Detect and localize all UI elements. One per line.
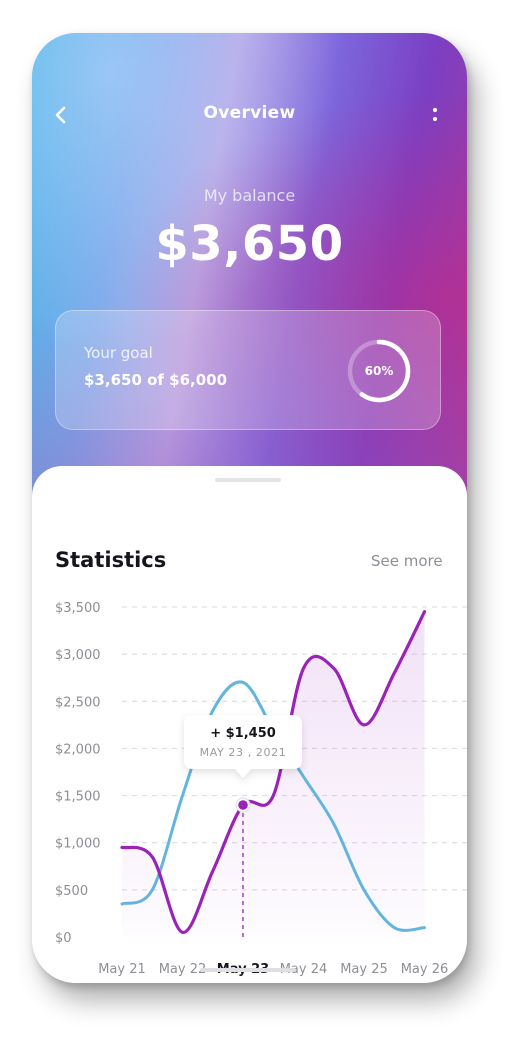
selected-point: [238, 800, 248, 810]
statistics-chart: $3,500 $3,000 $2,500 $2,000 $1,500 $1,000 $500…: [55, 601, 467, 977]
tooltip-value: + $1,450: [210, 726, 276, 741]
tooltip-date: MAY 23 , 2021: [200, 746, 287, 759]
x-tick-label: May 26: [401, 962, 449, 977]
y-tick-label: $2,000: [55, 742, 101, 757]
y-tick-label: $1,500: [55, 790, 101, 805]
x-tick-label: May 25: [340, 962, 388, 977]
balance-label: My balance: [203, 186, 296, 205]
y-tick-label: $0: [55, 931, 72, 946]
balance-value: $3,650: [155, 216, 344, 272]
home-indicator: [200, 968, 296, 972]
goal-percent: 60%: [364, 364, 394, 378]
more-vertical-icon[interactable]: [428, 103, 442, 127]
y-tick-label: $3,000: [55, 648, 101, 663]
y-tick-label: $3,500: [55, 601, 101, 616]
purple-series-area: [122, 611, 425, 937]
page-title: Overview: [203, 103, 296, 123]
goal-card[interactable]: Your goal $3,650 of $6,000 60%: [55, 310, 441, 430]
goal-label: Your goal: [84, 344, 153, 362]
x-tick-label: May 21: [98, 962, 146, 977]
y-tick-label: $1,000: [55, 837, 101, 852]
statistics-sheet: Statistics See more $3,500 $3,000 $2,500 $2…: [32, 466, 467, 983]
goal-amount: $3,650 of $6,000: [84, 371, 228, 389]
y-tick-label: $500: [55, 884, 88, 899]
phone-screen: Overview My balance $3,650 Your goal $3,…: [32, 33, 467, 983]
y-tick-label: $2,500: [55, 695, 101, 710]
